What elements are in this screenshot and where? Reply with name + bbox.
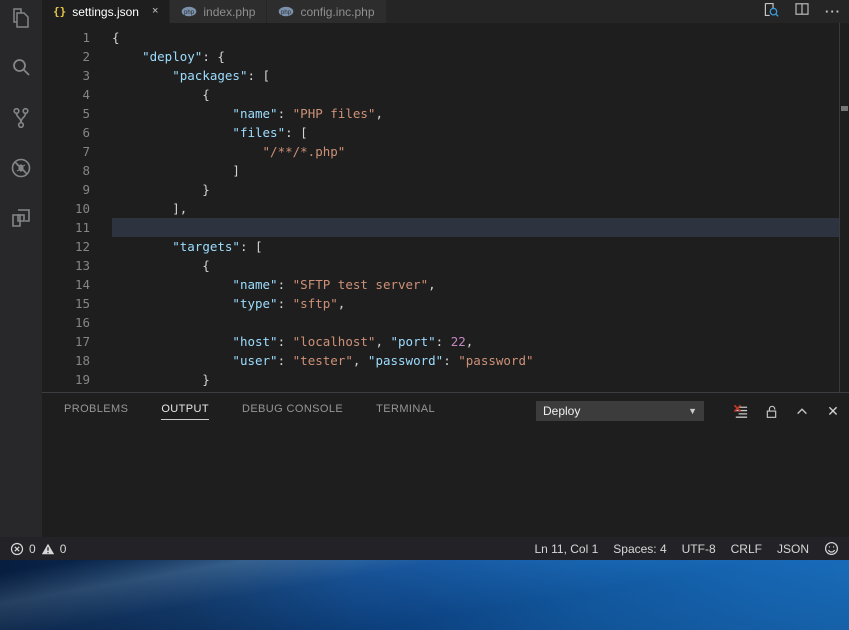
close-tab-icon[interactable]: × [152, 6, 158, 17]
code-line[interactable] [112, 218, 840, 237]
search-icon[interactable] [9, 56, 33, 80]
line-number: 8 [42, 161, 90, 180]
close-panel-icon[interactable]: ✕ [824, 402, 842, 420]
encoding-status[interactable]: UTF-8 [682, 542, 716, 556]
output-channel-value: Deploy [543, 404, 580, 418]
code-line[interactable]: "name": "PHP files", [112, 104, 840, 123]
code-line[interactable]: ] [112, 161, 840, 180]
error-circle-icon [10, 542, 24, 556]
warning-triangle-icon [41, 542, 55, 556]
line-number-gutter: 12345678910111213141516171819 [42, 28, 90, 389]
unlock-icon[interactable] [762, 402, 780, 420]
code-line[interactable] [112, 313, 840, 332]
bottom-panel: PROBLEMS OUTPUT DEBUG CONSOLE TERMINAL D… [42, 392, 849, 537]
code-editor[interactable]: 12345678910111213141516171819 { "deploy"… [42, 23, 849, 392]
line-number: 14 [42, 275, 90, 294]
line-number: 3 [42, 66, 90, 85]
code-line[interactable]: "host": "localhost", "port": 22, [112, 332, 840, 351]
tab-label: settings.json [72, 5, 139, 19]
cursor-position[interactable]: Ln 11, Col 1 [534, 542, 598, 556]
debug-icon[interactable] [9, 156, 33, 180]
editor-actions: ··· [762, 0, 841, 23]
line-number: 19 [42, 370, 90, 389]
line-number: 11 [42, 218, 90, 237]
explorer-icon[interactable] [9, 6, 33, 30]
smiley-icon[interactable] [824, 541, 839, 556]
json-braces-icon: {} [53, 5, 66, 18]
tab-strip: {} settings.json × php index.php php con… [42, 0, 849, 23]
panel-controls: Deploy ▼ ✕ [536, 401, 842, 421]
tab-label: index.php [203, 5, 255, 19]
indentation-status[interactable]: Spaces: 4 [613, 542, 666, 556]
code-area[interactable]: { "deploy": { "packages": [ { "name": "P… [112, 28, 840, 389]
chevron-down-icon: ▼ [688, 406, 697, 416]
php-icon: php [278, 6, 294, 17]
eol-status[interactable]: CRLF [731, 542, 762, 556]
tab-debug-console[interactable]: DEBUG CONSOLE [242, 403, 343, 420]
line-number: 10 [42, 199, 90, 218]
code-line[interactable]: "/**/*.php" [112, 142, 840, 161]
line-number: 5 [42, 104, 90, 123]
output-channel-select[interactable]: Deploy ▼ [536, 401, 704, 421]
line-number: 6 [42, 123, 90, 142]
maximize-panel-icon[interactable] [793, 402, 811, 420]
line-number: 2 [42, 47, 90, 66]
status-bar-right: Ln 11, Col 1 Spaces: 4 UTF-8 CRLF JSON [534, 541, 839, 556]
problems-summary[interactable]: 0 0 [10, 542, 66, 556]
overview-ruler-marker [841, 106, 848, 111]
tab-output[interactable]: OUTPUT [161, 403, 209, 420]
code-line[interactable]: } [112, 370, 840, 389]
overview-ruler[interactable] [839, 23, 840, 392]
svg-text:php: php [184, 10, 195, 16]
activity-bar [0, 0, 42, 537]
code-line[interactable]: "type": "sftp", [112, 294, 840, 313]
code-line[interactable]: } [112, 180, 840, 199]
code-line[interactable]: { [112, 256, 840, 275]
source-control-icon[interactable] [9, 106, 33, 130]
code-line[interactable]: { [112, 28, 840, 47]
extensions-icon[interactable] [9, 206, 33, 230]
tab-label: config.inc.php [300, 5, 374, 19]
line-number: 4 [42, 85, 90, 104]
split-editor-icon[interactable] [794, 1, 810, 22]
open-preview-icon[interactable] [762, 1, 779, 23]
line-number: 15 [42, 294, 90, 313]
code-line[interactable]: ], [112, 199, 840, 218]
line-number: 18 [42, 351, 90, 370]
code-line[interactable]: { [112, 85, 840, 104]
svg-text:php: php [281, 10, 292, 16]
line-number: 9 [42, 180, 90, 199]
clear-output-icon[interactable] [731, 402, 749, 420]
language-mode[interactable]: JSON [777, 542, 809, 556]
tab-terminal[interactable]: TERMINAL [376, 403, 435, 420]
line-number: 1 [42, 28, 90, 47]
code-line[interactable]: "packages": [ [112, 66, 840, 85]
more-actions-icon[interactable]: ··· [825, 4, 841, 19]
line-number: 17 [42, 332, 90, 351]
desktop-wallpaper [0, 560, 849, 630]
status-bar: 0 0 Ln 11, Col 1 Spaces: 4 UTF-8 CRLF JS… [0, 537, 849, 560]
code-line[interactable]: "deploy": { [112, 47, 840, 66]
line-number: 7 [42, 142, 90, 161]
line-number: 13 [42, 256, 90, 275]
code-line[interactable]: "user": "tester", "password": "password" [112, 351, 840, 370]
tab-problems[interactable]: PROBLEMS [64, 403, 128, 420]
code-line[interactable]: "targets": [ [112, 237, 840, 256]
code-line[interactable]: "name": "SFTP test server", [112, 275, 840, 294]
tab-config-inc-php[interactable]: php config.inc.php [267, 0, 385, 23]
php-icon: php [181, 6, 197, 17]
warning-count: 0 [60, 542, 67, 556]
error-count: 0 [29, 542, 36, 556]
code-line[interactable]: "files": [ [112, 123, 840, 142]
line-number: 12 [42, 237, 90, 256]
line-number: 16 [42, 313, 90, 332]
tab-index-php[interactable]: php index.php [170, 0, 266, 23]
tab-settings-json[interactable]: {} settings.json × [42, 0, 169, 23]
